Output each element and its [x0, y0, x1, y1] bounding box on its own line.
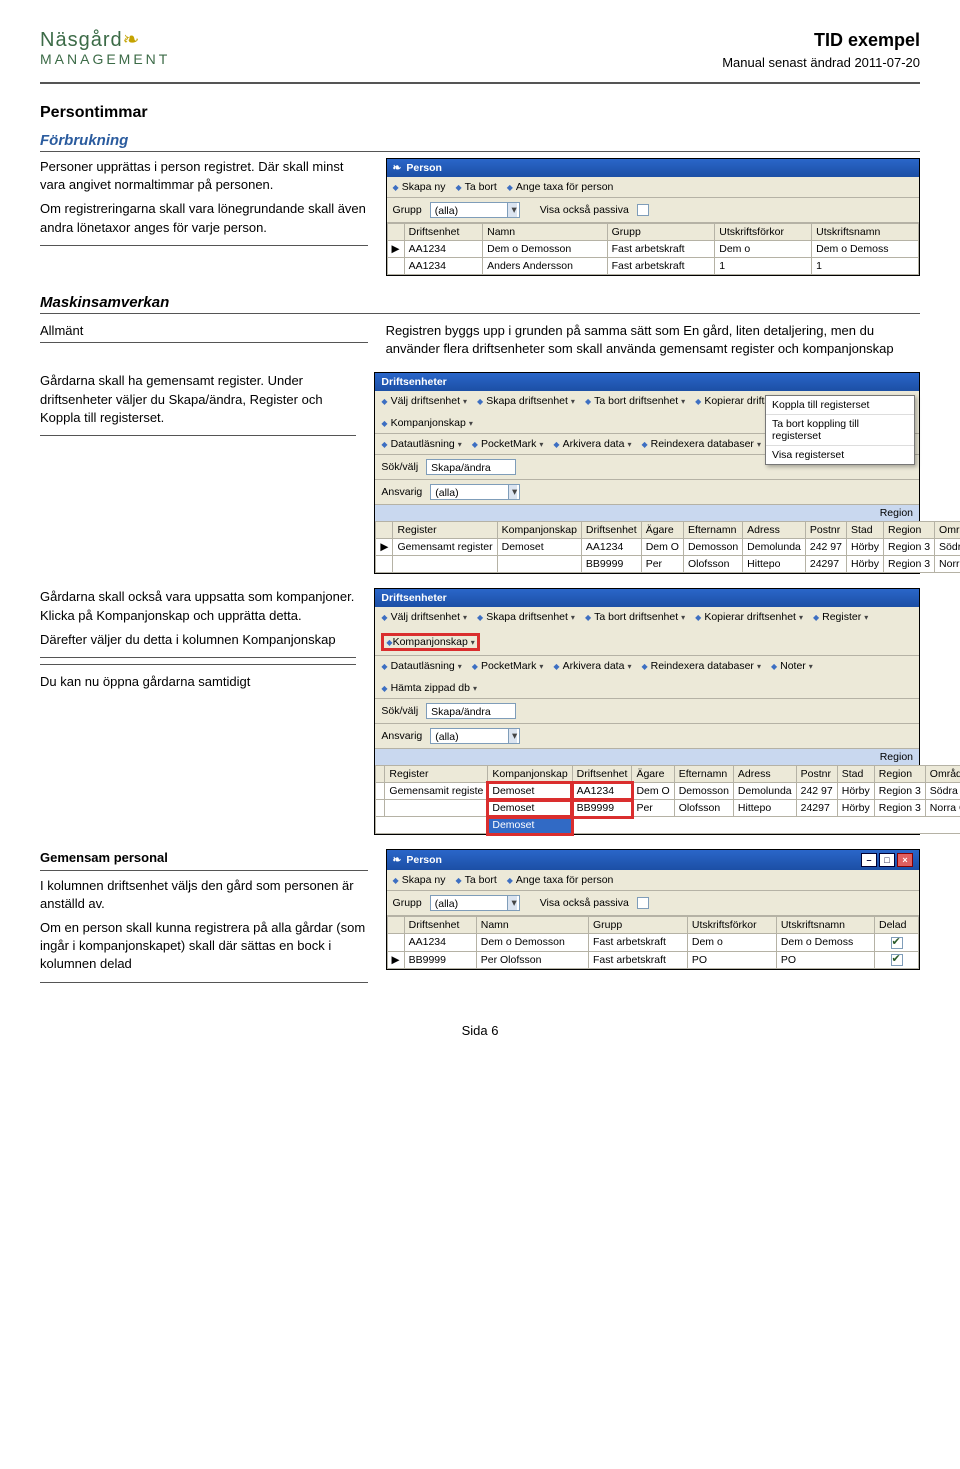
logo-top: Näsgård❧ — [40, 30, 170, 50]
skapa-ny-button[interactable]: ◆Skapa ny — [393, 181, 446, 193]
toolbar-item[interactable]: ◆Välj driftsenhet ▾ — [381, 395, 467, 407]
skapa-ny-button[interactable]: ◆Skapa ny — [393, 874, 446, 886]
toolbar-item[interactable]: ◆Kopierar driftsenhet ▾ — [695, 611, 803, 623]
heading-forbrukning: Förbrukning — [40, 132, 920, 152]
toolbar-item[interactable]: ◆Skapa driftsenhet ▾ — [477, 611, 575, 623]
person-grid-1[interactable]: DriftsenhetNamnGruppUtskriftsförkorUtskr… — [387, 223, 919, 275]
grupp-label: Grupp — [393, 204, 422, 216]
logo-bottom: MANAGEMENT — [40, 52, 170, 66]
ansvarig-label: Ansvarig — [381, 486, 422, 498]
toolbar-item[interactable]: ◆Arkivera data ▾ — [553, 438, 631, 450]
allmant-text: Registren byggs upp i grunden på samma s… — [386, 322, 920, 358]
page-footer: Sida 6 — [40, 1023, 920, 1038]
grupp-combo[interactable]: (alla) — [430, 895, 520, 911]
toolbar-item[interactable]: ◆Datautläsning ▾ — [381, 660, 461, 672]
sokvälj-label: Sök/välj — [381, 705, 418, 717]
person-grid-2[interactable]: DriftsenhetNamnGruppUtskriftsförkorUtskr… — [387, 916, 919, 968]
driftsenheter-grid-1[interactable]: RegisterKompanjonskapDriftsenhetÄgareEft… — [375, 521, 960, 573]
table-row[interactable]: ▶Gemensamt registerDemosetAA1234Dem ODem… — [376, 539, 960, 556]
toolbar-item[interactable]: ◆Arkivera data ▾ — [553, 660, 631, 672]
visa-passiva-label: Visa också passiva — [540, 204, 629, 216]
text-forbrukning-1: Personer upprättas i person registret. D… — [40, 158, 368, 194]
text-kompanjoner-2: Därefter väljer du detta i kolumnen Komp… — [40, 631, 356, 649]
toolbar-item[interactable]: ◆Kompanjonskap ▾ — [381, 417, 472, 429]
table-row[interactable]: AA1234Anders AnderssonFast arbetskraft11 — [387, 258, 918, 275]
toolbar-item[interactable]: ◆Datautläsning ▾ — [381, 438, 461, 450]
heading-gemensam-personal: Gemensam personal — [40, 849, 368, 870]
region-band: Region — [375, 749, 919, 765]
delad-checkbox[interactable] — [891, 954, 903, 966]
window-title: Driftsenheter — [381, 376, 446, 388]
ansvarig-combo[interactable]: (alla) — [430, 484, 520, 500]
maximize-icon[interactable]: □ — [879, 853, 895, 867]
toolbar-item[interactable]: ◆Reindexera databaser ▾ — [641, 660, 761, 672]
table-row[interactable]: BB9999PerOlofssonHittepo24297HörbyRegion… — [376, 556, 960, 573]
allmant-label: Allmänt — [40, 323, 83, 338]
heading-persontimmar: Persontimmar — [40, 104, 920, 122]
toolbar-item[interactable]: ◆Skapa driftsenhet ▾ — [477, 395, 575, 407]
ange-taxa-button[interactable]: ◆Ange taxa för person — [507, 874, 614, 886]
window-title: Person — [406, 162, 442, 174]
grupp-combo[interactable]: (alla) — [430, 202, 520, 218]
heading-maskinsamverkan: Maskinsamverkan — [40, 294, 920, 314]
screenshot-person-1: ❧ Person ◆Skapa ny ◆Ta bort ◆Ange taxa fö… — [386, 158, 920, 276]
toolbar-item[interactable]: ◆Ta bort driftsenhet ▾ — [585, 395, 685, 407]
register-flyout[interactable]: Koppla till registerset Ta bort koppling… — [765, 395, 915, 465]
logo: Näsgård❧ MANAGEMENT — [40, 30, 170, 66]
text-kompanjoner-1: Gårdarna skall också vara uppsatta som k… — [40, 588, 356, 624]
text-forbrukning-2: Om registreringarna skall vara lönegrund… — [40, 200, 368, 236]
leaf-icon: ❧ — [393, 162, 402, 174]
toolbar-item[interactable]: ◆Kompanjonskap ▾ — [381, 633, 479, 651]
ansvarig-label: Ansvarig — [381, 730, 422, 742]
close-icon[interactable]: × — [897, 853, 913, 867]
doc-subtitle: Manual senast ändrad 2011-07-20 — [722, 55, 920, 70]
table-row[interactable]: DemosetBB9999PerOlofssonHittepo24297Hörb… — [376, 800, 960, 817]
ange-taxa-button[interactable]: ◆Ange taxa för person — [507, 181, 614, 193]
sokvälj-label: Sök/välj — [381, 461, 418, 473]
sokvälj-input[interactable]: Skapa/ändra — [426, 459, 516, 475]
window-title: Person — [406, 854, 442, 866]
screenshot-driftsenheter-1: Driftsenheter ◆Välj driftsenhet ▾ ◆Skapa … — [374, 372, 920, 574]
ansvarig-combo[interactable]: (alla) — [430, 728, 520, 744]
visa-passiva-checkbox[interactable] — [637, 204, 649, 216]
flyout-koppla[interactable]: Koppla till registerset — [766, 396, 914, 414]
region-band: Region — [375, 505, 919, 521]
minimize-icon[interactable]: – — [861, 853, 877, 867]
table-row[interactable]: Gemensamit registeDemosetAA1234Dem ODemo… — [376, 783, 960, 800]
flyout-tabort[interactable]: Ta bort koppling till registerset — [766, 414, 914, 445]
sokvälj-input[interactable]: Skapa/ändra — [426, 703, 516, 719]
toolbar-item[interactable]: ◆Reindexera databaser ▾ — [641, 438, 761, 450]
toolbar-item[interactable]: ◆PocketMark ▾ — [472, 438, 544, 450]
toolbar-item[interactable]: ◆Hämta zippad db ▾ — [381, 682, 477, 694]
grupp-label: Grupp — [393, 897, 422, 909]
toolbar-item[interactable]: ◆PocketMark ▾ — [472, 660, 544, 672]
window-title: Driftsenheter — [381, 592, 446, 604]
screenshot-person-2: ❧ Person – □ × ◆Skapa ny ◆Ta bort ◆Ange … — [386, 849, 920, 969]
table-row[interactable]: ▶BB9999Per OlofssonFast arbetskraftPOPO — [387, 951, 918, 968]
ta-bort-button[interactable]: ◆Ta bort — [455, 874, 496, 886]
flyout-visa[interactable]: Visa registerset — [766, 445, 914, 464]
visa-passiva-label: Visa också passiva — [540, 897, 629, 909]
leaf-icon: ❧ — [393, 854, 402, 866]
driftsenheter-grid-2[interactable]: RegisterKompanjonskapDriftsenhetÄgareEft… — [375, 765, 960, 834]
text-gemensam-1: I kolumnen driftsenhet väljs den gård so… — [40, 877, 368, 913]
toolbar-item[interactable]: ◆Välj driftsenhet ▾ — [381, 611, 467, 623]
leaf-icon: ❧ — [123, 29, 141, 51]
toolbar-item[interactable]: ◆Register ▾ — [813, 611, 868, 623]
text-gemensam-2: Om en person skall kunna registrera på a… — [40, 919, 368, 974]
toolbar-item[interactable]: ◆Ta bort driftsenhet ▾ — [585, 611, 685, 623]
ta-bort-button[interactable]: ◆Ta bort — [455, 181, 496, 193]
text-kompanjoner-3: Du kan nu öppna gårdarna samtidigt — [40, 673, 356, 691]
toolbar-item[interactable]: ◆Noter ▾ — [771, 660, 813, 672]
visa-passiva-checkbox[interactable] — [637, 897, 649, 909]
text-gemensamt-register: Gårdarna skall ha gemensamt register. Un… — [40, 372, 356, 427]
screenshot-driftsenheter-2: Driftsenheter ◆Välj driftsenhet ▾ ◆Skapa … — [374, 588, 920, 835]
table-row[interactable]: ▶AA1234Dem o DemossonFast arbetskraftDem… — [387, 241, 918, 258]
doc-title: TID exempel — [722, 30, 920, 51]
table-row[interactable]: AA1234Dem o DemossonFast arbetskraftDem … — [387, 934, 918, 951]
delad-checkbox[interactable] — [891, 937, 903, 949]
